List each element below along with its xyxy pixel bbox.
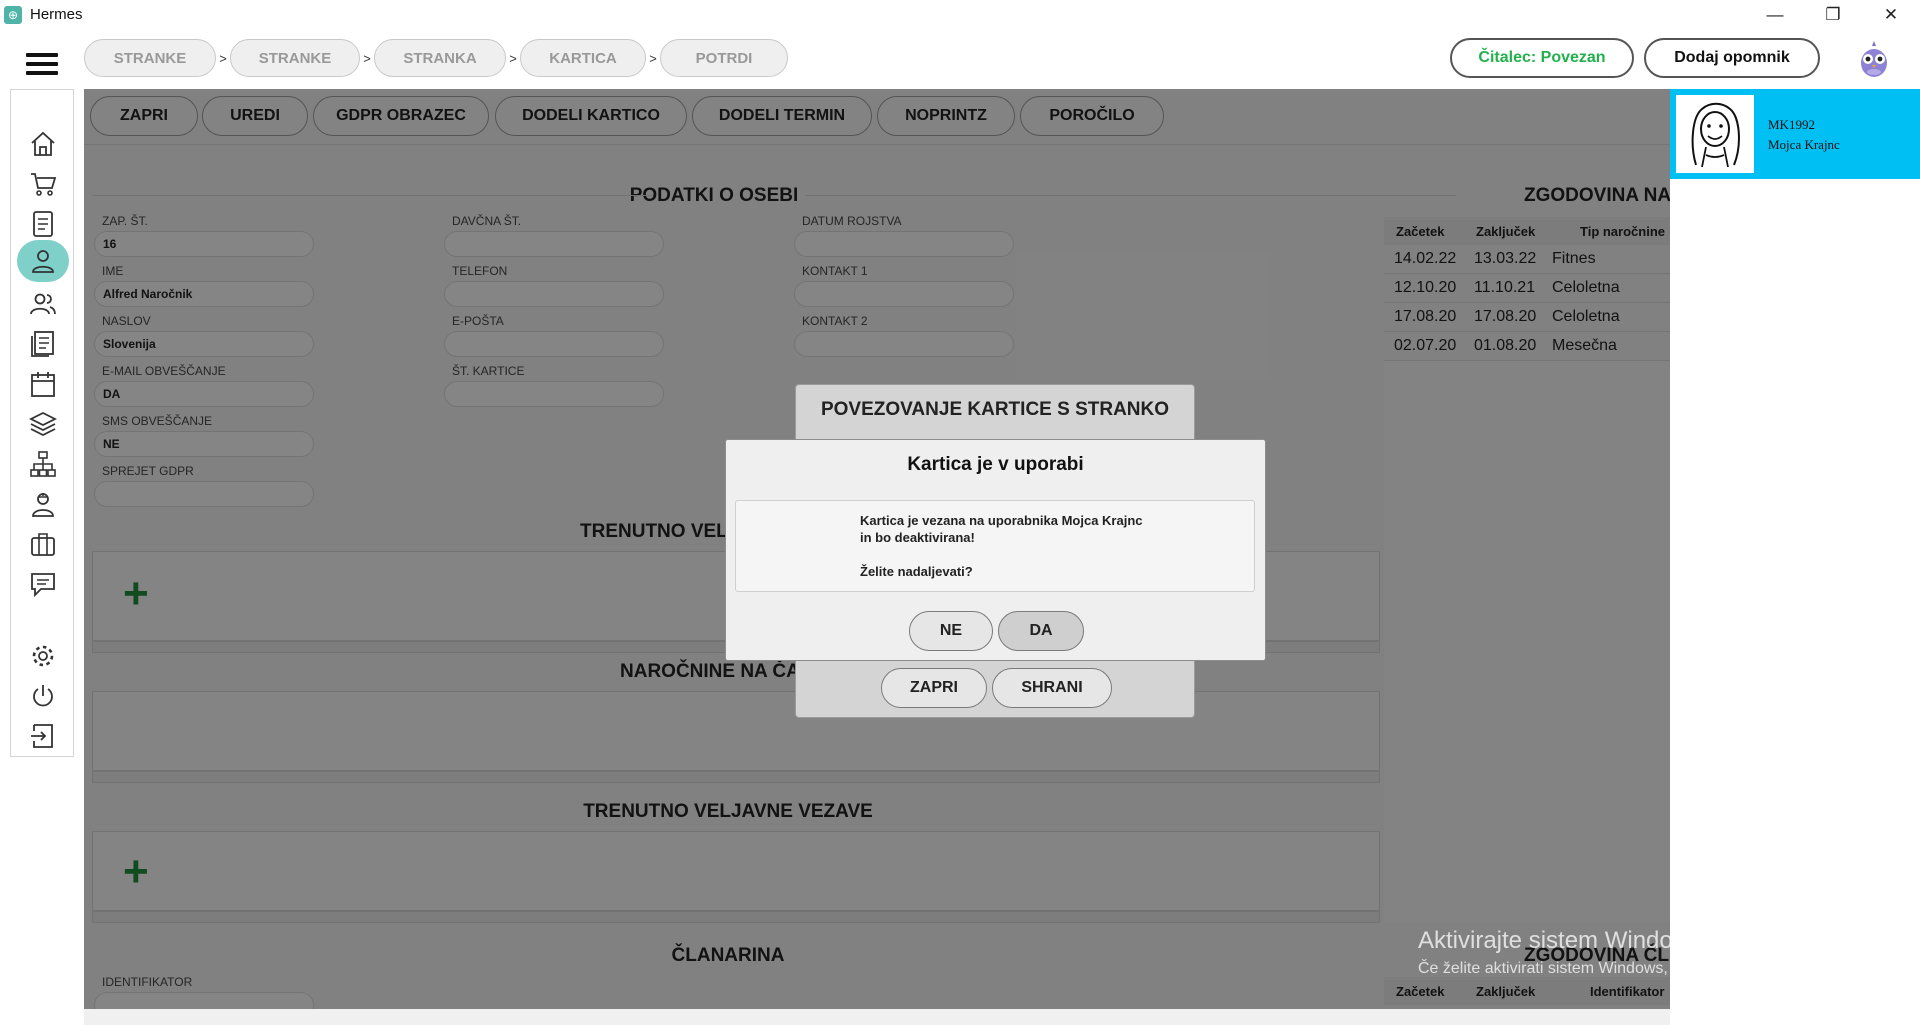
yes-button[interactable]: DA [998,611,1084,651]
card-in-use-dialog-title: Kartica je v uporabi [907,454,1084,475]
user-name: Mojca Krajnc [1768,137,1840,152]
breadcrumb-separator: > [219,50,227,66]
restore-button[interactable]: ❐ [1804,0,1862,29]
breadcrumb-separator: > [649,50,657,66]
activation-watermark-text: Če želite aktivirati sistem Windows, odp… [1418,960,1803,977]
network-icon[interactable] [27,448,59,480]
breadcrumb-item-stranke-2[interactable]: STRANKE [230,39,360,77]
document-icon[interactable] [27,208,59,240]
staff-icon[interactable] [27,488,59,520]
dialog-save-button[interactable]: SHRANI [992,668,1112,708]
user-code: MK1992 [1768,117,1815,132]
breadcrumb-item-stranka[interactable]: STRANKA [374,39,506,77]
layers-icon[interactable] [27,408,59,440]
power-icon[interactable] [27,680,59,712]
user-icon[interactable] [17,240,69,282]
title-bar: ⊕ Hermes — ❐ ✕ [0,0,1920,29]
user-avatar [1676,95,1754,173]
hamburger-menu-icon[interactable] [26,53,58,75]
breadcrumb-item-stranke[interactable]: STRANKE [84,39,216,77]
dialog-message: Kartica je vezana na uporabnika Mojca Kr… [735,500,1255,592]
dialog-message-line: Kartica je vezana na uporabnika Mojca Kr… [860,513,1143,528]
no-button[interactable]: NE [909,611,993,651]
add-reminder-button[interactable]: Dodaj opomnik [1644,38,1820,78]
card-in-use-dialog: Kartica je v uporabi Kartica je vezana n… [725,439,1266,661]
chat-icon[interactable] [27,568,59,600]
breadcrumb-item-potrdi[interactable]: POTRDI [660,39,788,77]
top-navigation: STRANKE > STRANKE > STRANKA > KARTICA > … [0,29,1920,89]
breadcrumb-separator: > [363,50,371,66]
window-title: Hermes [30,6,83,23]
user-panel[interactable]: MK1992 Mojca Krajnc [1670,89,1920,179]
breadcrumb: STRANKE > STRANKE > STRANKA > KARTICA > … [84,39,788,77]
dialog-close-button[interactable]: ZAPRI [881,668,987,708]
dialog-message-question: Želite nadaljevati? [860,564,973,579]
minimize-button[interactable]: — [1746,0,1804,29]
cart-icon[interactable] [27,168,59,200]
breadcrumb-separator: > [509,50,517,66]
bottom-strip [84,1009,1670,1025]
home-icon[interactable] [27,128,59,160]
dialog-message-line: in bo deaktivirana! [860,530,975,545]
exit-icon[interactable] [27,720,59,752]
reader-status-button[interactable]: Čitalec: Povezan [1450,38,1634,78]
list-icon[interactable] [27,328,59,360]
gear-icon[interactable] [27,640,59,672]
breadcrumb-item-kartica[interactable]: KARTICA [520,39,646,77]
app-icon: ⊕ [4,5,22,24]
link-card-dialog-title: POVEZOVANJE KARTICE S STRANKO [820,399,1170,420]
close-window-button[interactable]: ✕ [1862,0,1920,29]
activation-watermark-title: Aktivirajte sistem Windows [1418,927,1703,954]
users-icon[interactable] [27,288,59,320]
sidebar [10,89,74,757]
briefcase-icon[interactable] [27,528,59,560]
calendar-icon[interactable] [27,368,59,400]
owl-mascot-icon[interactable] [1856,39,1892,79]
